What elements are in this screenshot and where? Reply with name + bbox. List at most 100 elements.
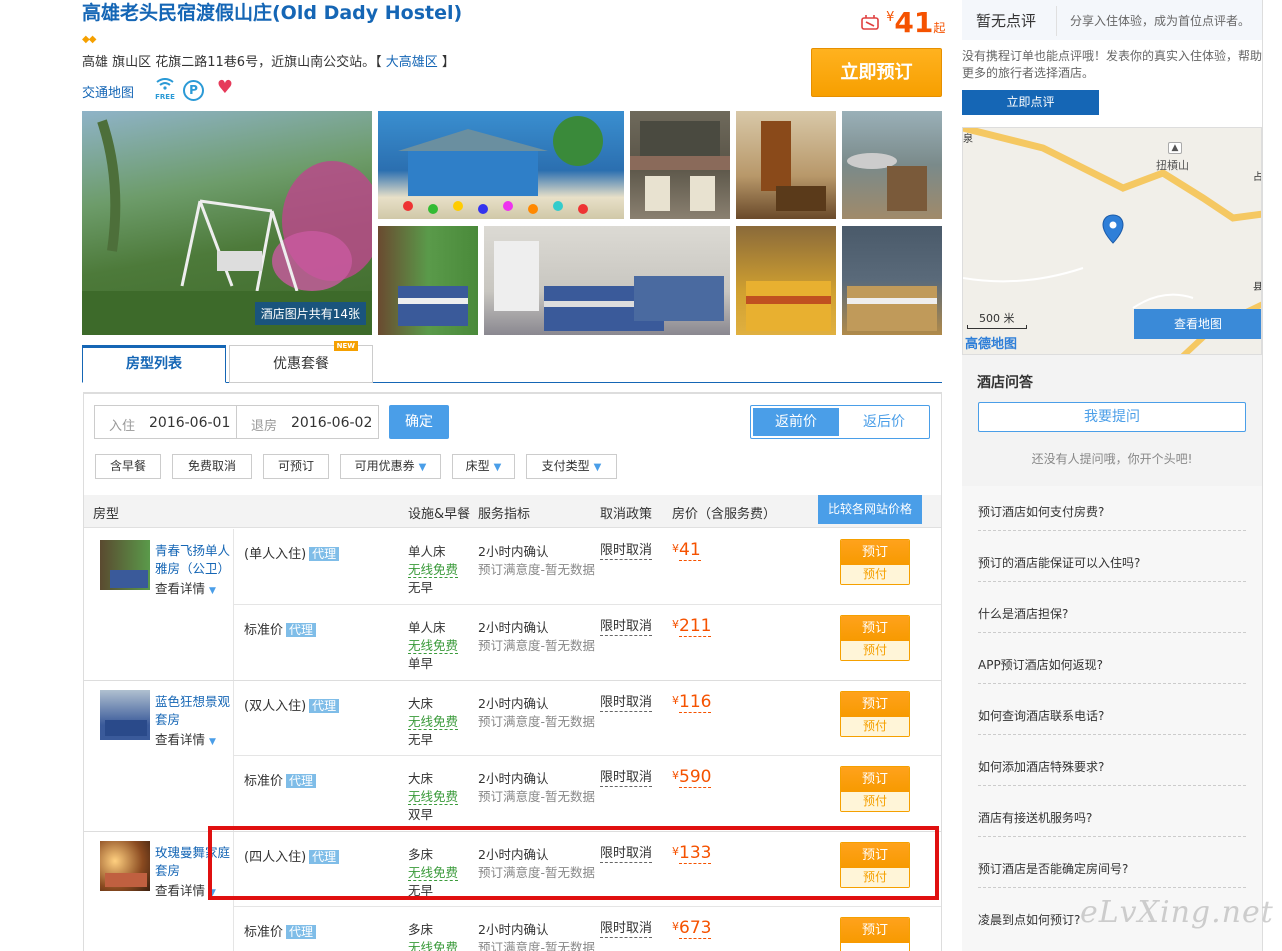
bed-type: 大床 bbox=[408, 771, 434, 786]
hotel-main-photo[interactable]: 酒店图片共有14张 bbox=[82, 111, 372, 335]
cancel-policy[interactable]: 限时取消 bbox=[600, 619, 653, 636]
confirm-dates-button[interactable]: 确定 bbox=[389, 405, 449, 439]
write-review-button[interactable]: 立即点评 bbox=[962, 90, 1099, 115]
yellow-bed-illustration bbox=[746, 281, 831, 331]
confirm-time: 2小时内确认 bbox=[478, 620, 549, 635]
faq-link[interactable]: 预订酒店如何支付房费? bbox=[978, 503, 1246, 531]
book-button[interactable]: 预订 预付 bbox=[840, 766, 910, 812]
filter-bed-type[interactable]: 床型 ▼ bbox=[452, 454, 515, 479]
rate-label: (双人入住) 代理 bbox=[244, 695, 340, 714]
filter-breakfast[interactable]: 含早餐 bbox=[95, 454, 161, 479]
faq-link[interactable]: 如何查询酒店联系电话? bbox=[978, 707, 1246, 735]
book-button[interactable]: 预订 预付 bbox=[840, 539, 910, 585]
room-thumbnail[interactable] bbox=[100, 690, 150, 740]
traffic-map-link[interactable]: 交通地图 bbox=[82, 82, 134, 101]
rate-price[interactable]: ¥41 bbox=[672, 540, 701, 561]
hotel-photo-room-door[interactable] bbox=[736, 111, 836, 219]
tab-room-list[interactable]: 房型列表 bbox=[82, 345, 226, 383]
book-now-button[interactable]: 立即预订 bbox=[811, 48, 942, 97]
room-thumbnail[interactable] bbox=[100, 540, 150, 590]
satisfaction: 预订满意度-暂无数据 bbox=[478, 562, 596, 577]
room-detail-link[interactable]: 查看详情 ▼ bbox=[155, 880, 216, 899]
qa-empty-text: 还没有人提问哦，你开个头吧! bbox=[1031, 452, 1193, 466]
wifi-free-text: 无线免费 bbox=[408, 789, 459, 805]
faq-link[interactable]: APP预订酒店如何返现? bbox=[978, 656, 1246, 684]
photo-count-label[interactable]: 酒店图片共有14张 bbox=[254, 302, 366, 325]
hotel-map[interactable]: 泉 占 县 ▲ 扭槓山 500 米 高德地图 查看地图 bbox=[962, 127, 1262, 355]
book-button[interactable]: 预订 预付 bbox=[840, 615, 910, 661]
chevron-down-icon: ▼ bbox=[209, 586, 216, 596]
hotel-photo-building[interactable] bbox=[630, 111, 730, 219]
colorful-wall-illustration bbox=[398, 116, 603, 214]
currency-symbol: ¥ bbox=[672, 920, 679, 933]
filter-coupon[interactable]: 可用优惠券 ▼ bbox=[340, 454, 441, 479]
compare-prices-button[interactable]: 比较各网站价格 bbox=[818, 495, 922, 524]
wifi-free-label: FREE bbox=[155, 93, 175, 101]
toggle-price-before-cashback[interactable]: 返前价 bbox=[753, 408, 839, 436]
rate-price[interactable]: ¥673 bbox=[672, 918, 712, 939]
cancel-policy[interactable]: 限时取消 bbox=[600, 921, 653, 938]
tab-packages[interactable]: 优惠套餐 NEW bbox=[229, 341, 373, 383]
room-table-header: 房型 设施&早餐 服务指标 取消政策 房价（含服务费） 比较各网站价格 bbox=[84, 495, 941, 528]
price-value: 41 bbox=[679, 540, 701, 561]
hotel-address: 高雄 旗山区 花旗二路11巷6号，近旗山南公交站。【 大高雄区 】 bbox=[82, 51, 455, 70]
checkin-value: 2016-06-01 bbox=[149, 415, 231, 431]
hotel-photo-exterior[interactable] bbox=[378, 111, 624, 219]
rate-price[interactable]: ¥116 bbox=[672, 692, 712, 713]
hotel-photo-green-room[interactable] bbox=[378, 226, 478, 335]
hotel-photo-family-room[interactable] bbox=[842, 226, 942, 335]
room-detail-link[interactable]: 查看详情 ▼ bbox=[155, 578, 216, 597]
checkin-field[interactable]: 入住 2016-06-01 bbox=[94, 405, 237, 439]
cancel-policy[interactable]: 限时取消 bbox=[600, 770, 653, 787]
family-bed-illustration bbox=[847, 286, 937, 331]
hotel-photo-twin-room[interactable] bbox=[484, 226, 730, 335]
bed-info: 大床 无线免费 无早 bbox=[408, 695, 459, 749]
faq-link[interactable]: 如何添加酒店特殊要求? bbox=[978, 758, 1246, 786]
parking-icon: P bbox=[183, 80, 204, 101]
bed-type: 单人床 bbox=[408, 544, 446, 559]
service-info: 2小时内确认 预订满意度-暂无数据 bbox=[478, 619, 595, 655]
agent-badge: 代理 bbox=[286, 623, 317, 637]
filter-payment-type[interactable]: 支付类型 ▼ bbox=[526, 454, 617, 479]
faq-link[interactable]: 预订的酒店能保证可以入住吗? bbox=[978, 554, 1246, 582]
room-name-link[interactable]: 青春飞扬单人雅房（公卫） bbox=[155, 542, 233, 578]
amap-logo: 高德地图 bbox=[965, 337, 1018, 352]
view-map-button[interactable]: 查看地图 bbox=[1134, 309, 1261, 339]
occupancy-label: 标准价 bbox=[244, 925, 284, 940]
room-detail-label: 查看详情 bbox=[155, 883, 206, 898]
room-name-link[interactable]: 蓝色狂想景观套房 bbox=[155, 693, 233, 729]
checkout-field[interactable]: 退房 2016-06-02 bbox=[236, 405, 379, 439]
filter-bookable[interactable]: 可预订 bbox=[263, 454, 329, 479]
price-from-label: 起 bbox=[933, 21, 946, 35]
faq-link[interactable]: 什么是酒店担保? bbox=[978, 605, 1246, 633]
satisfaction: 预订满意度-暂无数据 bbox=[478, 714, 596, 729]
book-button[interactable]: 预订 预付 bbox=[840, 691, 910, 737]
faq-link[interactable]: 酒店有接送机服务吗? bbox=[978, 809, 1246, 837]
mountain-icon: ▲ bbox=[1168, 142, 1182, 154]
room-detail-link[interactable]: 查看详情 ▼ bbox=[155, 729, 216, 748]
room-detail-label: 查看详情 bbox=[155, 732, 206, 747]
rate-label: 标准价 代理 bbox=[244, 770, 317, 789]
rate-price[interactable]: ¥211 bbox=[672, 616, 712, 637]
area-link[interactable]: 大高雄区 bbox=[386, 55, 438, 70]
rate-label: 标准价 代理 bbox=[244, 619, 317, 638]
lowest-price: ¥41起 bbox=[860, 6, 945, 39]
hotel-photo-balcony[interactable] bbox=[842, 111, 942, 219]
room-thumb-bed bbox=[105, 720, 147, 736]
cancel-policy[interactable]: 限时取消 bbox=[600, 543, 653, 560]
cancel-policy[interactable]: 限时取消 bbox=[600, 695, 653, 712]
address-text: 高雄 旗山区 花旗二路11巷6号，近旗山南公交站。【 bbox=[82, 55, 382, 70]
filter-free-cancel[interactable]: 免费取消 bbox=[172, 454, 252, 479]
currency-symbol: ¥ bbox=[886, 10, 895, 25]
map-scale-bar bbox=[967, 325, 1027, 329]
occupancy-label: 标准价 bbox=[244, 623, 284, 638]
ask-question-button[interactable]: 我要提问 bbox=[978, 402, 1246, 432]
toggle-price-after-cashback[interactable]: 返后价 bbox=[841, 408, 927, 436]
building-illustration bbox=[630, 121, 730, 211]
room-thumbnail[interactable] bbox=[100, 841, 150, 891]
favorite-heart-icon[interactable]: ♥ bbox=[214, 78, 236, 100]
rate-price[interactable]: ¥590 bbox=[672, 767, 712, 788]
book-button[interactable]: 预订 bbox=[840, 917, 910, 951]
faq-link[interactable]: 预订酒店是否能确定房间号? bbox=[978, 860, 1246, 888]
hotel-photo-yellow-room[interactable] bbox=[736, 226, 836, 335]
